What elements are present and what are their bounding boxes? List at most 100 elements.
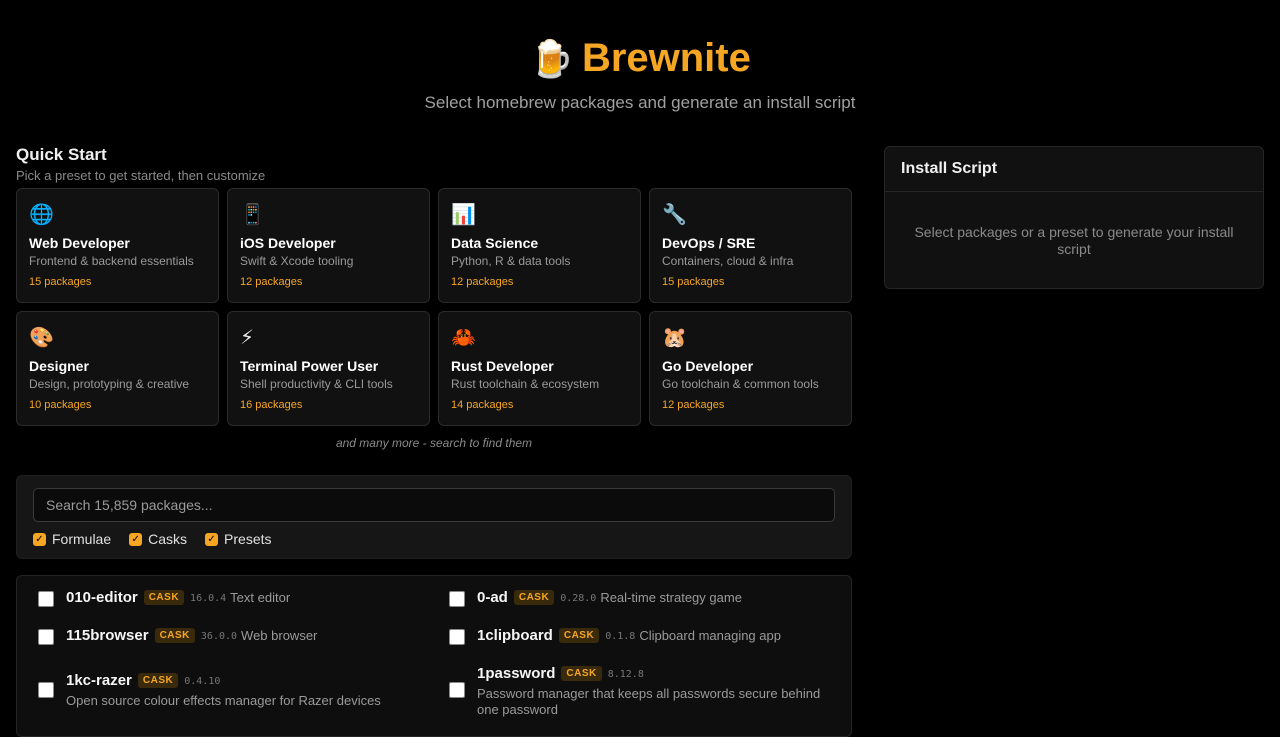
app-title-text: Brewnite — [581, 36, 751, 80]
preset-count: 12 packages — [240, 276, 303, 288]
beer-icon: 🍺 — [529, 38, 574, 79]
package-name: 0-ad — [477, 589, 508, 606]
preset-count: 15 packages — [662, 276, 725, 288]
palette-icon: 🎨 — [29, 327, 54, 349]
preset-designer[interactable]: 🎨 Designer Design, prototyping & creativ… — [16, 311, 219, 426]
package-description: Web browser — [241, 628, 318, 643]
package-description: Text editor — [230, 590, 291, 605]
preset-devops-sre[interactable]: 🔧 DevOps / SRE Containers, cloud & infra… — [649, 188, 852, 303]
checkbox-checked-icon[interactable]: ✓ — [129, 532, 143, 546]
preset-ios-developer[interactable]: 📱 iOS Developer Swift & Xcode tooling 12… — [227, 188, 430, 303]
preset-count: 14 packages — [451, 399, 514, 411]
preset-name: DevOps / SRE — [662, 235, 756, 251]
package-checkbox[interactable] — [449, 629, 465, 645]
package-name: 1password — [477, 665, 556, 682]
preset-rust-developer[interactable]: 🦀 Rust Developer Rust toolchain & ecosys… — [438, 311, 641, 426]
preset-description: Design, prototyping & creative — [29, 377, 190, 391]
phone-icon: 📱 — [240, 204, 265, 226]
package-description: Password manager that keeps all password… — [477, 686, 821, 717]
main-panel: Quick Start Pick a preset to get started… — [16, 145, 852, 737]
preset-go-developer[interactable]: 🐹 Go Developer Go toolchain & common too… — [649, 311, 852, 426]
preset-count: 16 packages — [240, 399, 303, 411]
package-list: 010-editor CASK 16.0.4 Text editor 0-ad CASK… — [16, 575, 852, 737]
package-description: Clipboard managing app — [639, 628, 781, 643]
preset-description: Frontend & backend essentials — [29, 254, 194, 268]
chart-icon: 📊 — [451, 204, 476, 226]
preset-name: Designer — [29, 358, 89, 374]
package-name: 1kc-razer — [66, 672, 132, 689]
package-version: 0.4.10 — [184, 676, 221, 687]
more-presets-hint: and many more - search to find them — [335, 436, 533, 450]
package-item[interactable]: 115browser CASK 36.0.0 Web browser — [38, 627, 317, 645]
package-checkbox[interactable] — [38, 591, 54, 607]
preset-description: Rust toolchain & ecosystem — [451, 377, 600, 391]
preset-name: Terminal Power User — [240, 358, 379, 374]
preset-name: iOS Developer — [240, 235, 336, 251]
filter-label: Casks — [148, 531, 188, 547]
install-script-title: Install Script — [885, 147, 1263, 192]
package-version: 0.28.0 — [560, 593, 597, 604]
package-item[interactable]: 1password CASK 8.12.8 Password manager tha… — [449, 665, 839, 718]
package-type-badge: CASK — [513, 590, 555, 605]
lightning-icon: ⚡ — [240, 327, 255, 349]
preset-description: Shell productivity & CLI tools — [240, 377, 393, 391]
package-type-badge: CASK — [137, 673, 179, 688]
package-version: 16.0.4 — [190, 593, 227, 604]
package-name: 010-editor — [66, 589, 138, 606]
preset-count: 15 packages — [29, 276, 92, 288]
crab-icon: 🦀 — [451, 327, 476, 349]
package-version: 8.12.8 — [607, 669, 644, 680]
checkbox-checked-icon[interactable]: ✓ — [205, 532, 219, 546]
filter-presets[interactable]: ✓ Presets — [205, 531, 272, 547]
globe-icon: 🌐 — [29, 204, 54, 226]
package-item[interactable]: 1clipboard CASK 0.1.8 Clipboard managing ap… — [449, 627, 781, 645]
search-input[interactable] — [33, 488, 835, 522]
package-checkbox[interactable] — [449, 682, 465, 698]
checkbox-checked-icon[interactable]: ✓ — [33, 532, 46, 546]
preset-description: Go toolchain & common tools — [662, 377, 819, 391]
install-script-empty-message: Select packages or a preset to generate … — [914, 224, 1234, 257]
app-title: 🍺 Brewnite — [0, 34, 1280, 83]
package-checkbox[interactable] — [449, 591, 465, 607]
filter-formulae[interactable]: ✓ Formulae — [33, 531, 111, 547]
package-description: Open source colour effects manager for R… — [66, 693, 381, 708]
preset-name: Data Science — [451, 235, 539, 251]
quick-start-subtitle: Pick a preset to get started, then custo… — [16, 168, 266, 183]
preset-web-developer[interactable]: 🌐 Web Developer Frontend & backend essen… — [16, 188, 219, 303]
preset-grid: 🌐 Web Developer Frontend & backend essen… — [16, 188, 852, 426]
preset-description: Swift & Xcode tooling — [240, 254, 354, 268]
package-checkbox[interactable] — [38, 629, 54, 645]
install-script-panel: Install Script Select packages or a pres… — [884, 146, 1264, 289]
package-name: 115browser — [66, 627, 149, 644]
package-type-badge: CASK — [561, 666, 602, 681]
package-item[interactable]: 010-editor CASK 16.0.4 Text editor — [38, 589, 290, 607]
preset-name: Go Developer — [662, 358, 754, 374]
app-subtitle: Select homebrew packages and generate an… — [424, 93, 856, 112]
search-panel: ✓ Formulae ✓ Casks ✓ Presets — [16, 475, 852, 559]
filter-label: Presets — [224, 531, 272, 547]
filter-label: Formulae — [52, 531, 112, 547]
package-item[interactable]: 0-ad CASK 0.28.0 Real-time strategy game — [449, 589, 742, 607]
package-version: 36.0.0 — [200, 631, 238, 642]
package-checkbox[interactable] — [38, 682, 54, 698]
package-description: Real-time strategy game — [600, 590, 742, 605]
preset-count: 12 packages — [662, 399, 725, 411]
filter-casks[interactable]: ✓ Casks — [129, 531, 187, 547]
package-item[interactable]: 1kc-razer CASK 0.4.10 Open source colour e… — [38, 672, 381, 709]
preset-name: Rust Developer — [451, 358, 554, 374]
filter-row: ✓ Formulae ✓ Casks ✓ Presets — [33, 531, 835, 547]
package-name: 1clipboard — [477, 627, 553, 644]
preset-count: 10 packages — [29, 399, 92, 411]
preset-name: Web Developer — [29, 235, 130, 251]
preset-data-science[interactable]: 📊 Data Science Python, R & data tools 12… — [438, 188, 641, 303]
wrench-icon: 🔧 — [662, 204, 687, 226]
preset-terminal-power-user[interactable]: ⚡ Terminal Power User Shell productivity… — [227, 311, 430, 426]
package-type-badge: CASK — [558, 628, 600, 643]
package-version: 0.1.8 — [605, 631, 636, 642]
preset-description: Containers, cloud & infra — [662, 254, 794, 268]
hamster-icon: 🐹 — [662, 327, 687, 349]
preset-count: 12 packages — [451, 276, 514, 288]
package-type-badge: CASK — [143, 590, 185, 605]
preset-description: Python, R & data tools — [451, 254, 571, 268]
quick-start-title: Quick Start — [16, 145, 107, 164]
